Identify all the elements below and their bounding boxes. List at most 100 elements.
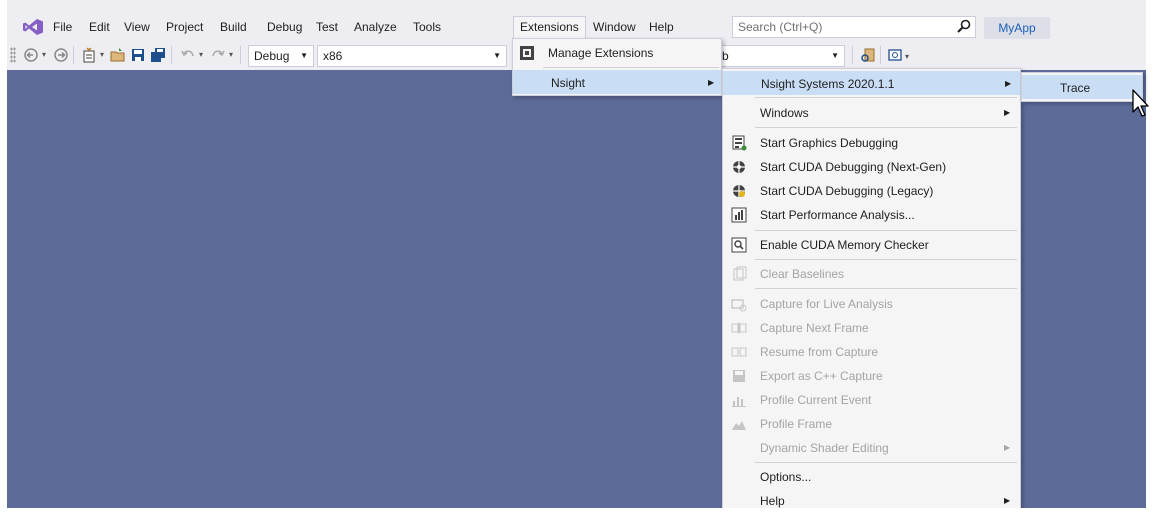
submenu-arrow-icon: ▶ (1004, 108, 1011, 117)
menu-item-clear-baselines: Clear Baselines (723, 262, 1020, 286)
menu-bar: File Edit View Project Build Debug Test … (7, 13, 1146, 40)
menu-item-start-cuda-next-gen[interactable]: Start CUDA Debugging (Next-Gen) (723, 155, 1020, 179)
menu-separator (543, 67, 719, 68)
undo-icon[interactable] (180, 47, 196, 63)
menu-item-nsight-systems[interactable]: Nsight Systems 2020.1.1 ▶ (723, 71, 1020, 95)
menu-item-enable-cuda-memory-checker[interactable]: Enable CUDA Memory Checker (723, 233, 1020, 257)
window-bottom-edge (0, 508, 1157, 516)
visual-studio-logo-icon (23, 19, 43, 35)
menu-separator (755, 288, 1017, 289)
chevron-down-icon: ▼ (831, 51, 839, 60)
new-project-icon[interactable] (81, 47, 97, 63)
extensions-menu: Manage Extensions Nsight ▶ (512, 38, 722, 96)
menu-item-trace[interactable]: Trace (1022, 75, 1142, 99)
search-icon[interactable] (957, 19, 971, 33)
solution-platform-combo[interactable]: x86 ▼ (317, 45, 507, 67)
menu-item-label: Profile Current Event (760, 393, 872, 407)
live-capture-icon (731, 299, 747, 312)
menu-item-label: Start CUDA Debugging (Legacy) (760, 184, 934, 198)
cuda-next-gen-icon (733, 161, 745, 173)
graphics-debug-icon (732, 135, 747, 151)
menu-item-label: Start CUDA Debugging (Next-Gen) (760, 160, 947, 174)
chevron-down-icon: ▼ (493, 51, 501, 60)
menu-debug[interactable]: Debug (261, 17, 308, 37)
toolbar-separator (171, 46, 172, 64)
submenu-arrow-icon: ▶ (708, 78, 715, 87)
save-icon[interactable] (130, 47, 146, 63)
toolbar-separator (240, 46, 241, 64)
menu-separator (755, 462, 1017, 463)
menu-item-nsight[interactable]: Nsight ▶ (513, 70, 721, 94)
menu-extensions[interactable]: Extensions (513, 16, 586, 40)
export-icon (733, 370, 745, 382)
toolbar-overflow-icon[interactable]: ▾ (905, 52, 913, 62)
menu-item-label: Enable CUDA Memory Checker (760, 238, 929, 252)
menu-view[interactable]: View (118, 17, 156, 37)
menu-item-options[interactable]: Options... (723, 465, 1020, 489)
menu-item-profile-current-event: Profile Current Event (723, 388, 1020, 412)
extensions-icon (520, 46, 534, 60)
menu-file[interactable]: File (47, 17, 78, 37)
nsight-systems-menu: Trace (1021, 72, 1143, 102)
menu-item-label: Options... (760, 470, 812, 484)
menu-analyze[interactable]: Analyze (348, 17, 403, 37)
menu-item-label: Capture for Live Analysis (760, 297, 893, 311)
search-input[interactable]: Search (Ctrl+Q) (732, 16, 976, 38)
startup-item-value: b (722, 49, 729, 63)
redo-dropdown-icon[interactable]: ▾ (229, 50, 237, 60)
navigate-back-icon[interactable] (23, 47, 39, 63)
menu-separator (755, 127, 1017, 128)
profile-frame-icon (732, 421, 746, 430)
resume-capture-icon (731, 347, 747, 357)
undo-dropdown-icon[interactable]: ▾ (199, 50, 207, 60)
menu-item-label: Nsight Systems 2020.1.1 (761, 77, 895, 91)
solution-configuration-combo[interactable]: Debug ▼ (248, 45, 314, 67)
menu-item-capture-live-analysis: Capture for Live Analysis (723, 292, 1020, 316)
menu-edit[interactable]: Edit (83, 17, 116, 37)
menu-item-label: Resume from Capture (760, 345, 879, 359)
menu-test[interactable]: Test (310, 17, 344, 37)
menu-tools[interactable]: Tools (407, 17, 447, 37)
menu-window[interactable]: Window (587, 17, 642, 37)
clear-baselines-icon (733, 266, 747, 281)
menu-item-label: Nsight (551, 76, 586, 90)
submenu-arrow-icon: ▶ (1005, 79, 1012, 88)
open-file-icon[interactable] (110, 47, 126, 63)
performance-analysis-icon (731, 207, 747, 223)
menu-item-profile-frame: Profile Frame (723, 412, 1020, 436)
capture-frame-icon (731, 322, 747, 334)
toolbar-grip[interactable] (10, 47, 16, 63)
menu-item-label: Clear Baselines (760, 267, 845, 281)
profile-event-icon (732, 397, 746, 407)
menu-item-resume-from-capture: Resume from Capture (723, 340, 1020, 364)
menu-help[interactable]: Help (643, 17, 680, 37)
menu-separator (755, 230, 1017, 231)
navigate-forward-icon[interactable] (53, 47, 69, 63)
menu-item-label: Manage Extensions (548, 46, 654, 60)
menu-item-start-graphics-debugging[interactable]: Start Graphics Debugging (723, 131, 1020, 155)
window-right-edge (1146, 0, 1157, 516)
menu-separator (755, 97, 1017, 98)
menu-item-label: Capture Next Frame (760, 321, 869, 335)
solution-configuration-value: Debug (254, 49, 290, 63)
back-dropdown-icon[interactable]: ▾ (42, 50, 50, 60)
chevron-down-icon: ▼ (300, 51, 308, 60)
mouse-pointer-icon (1132, 89, 1149, 117)
screenshot-icon[interactable] (887, 47, 903, 63)
new-project-dropdown-icon[interactable]: ▾ (100, 50, 108, 60)
menu-item-start-cuda-legacy[interactable]: Start CUDA Debugging (Legacy) (723, 179, 1020, 203)
find-in-files-icon[interactable] (860, 47, 876, 63)
menu-item-manage-extensions[interactable]: Manage Extensions (513, 41, 721, 65)
startup-item-combo[interactable]: b ▼ (719, 45, 845, 67)
menu-build[interactable]: Build (214, 17, 253, 37)
save-all-icon[interactable] (150, 47, 166, 63)
menu-item-label: Export as C++ Capture (760, 369, 883, 383)
menu-item-label: Profile Frame (760, 417, 833, 431)
window-left-edge (0, 0, 7, 516)
solution-name-badge[interactable]: MyApp (984, 17, 1050, 39)
menu-item-start-performance-analysis[interactable]: Start Performance Analysis... (723, 203, 1020, 227)
redo-icon[interactable] (210, 47, 226, 63)
menu-project[interactable]: Project (160, 17, 209, 37)
cuda-legacy-icon (733, 185, 745, 197)
menu-item-windows[interactable]: Windows ▶ (723, 101, 1020, 125)
